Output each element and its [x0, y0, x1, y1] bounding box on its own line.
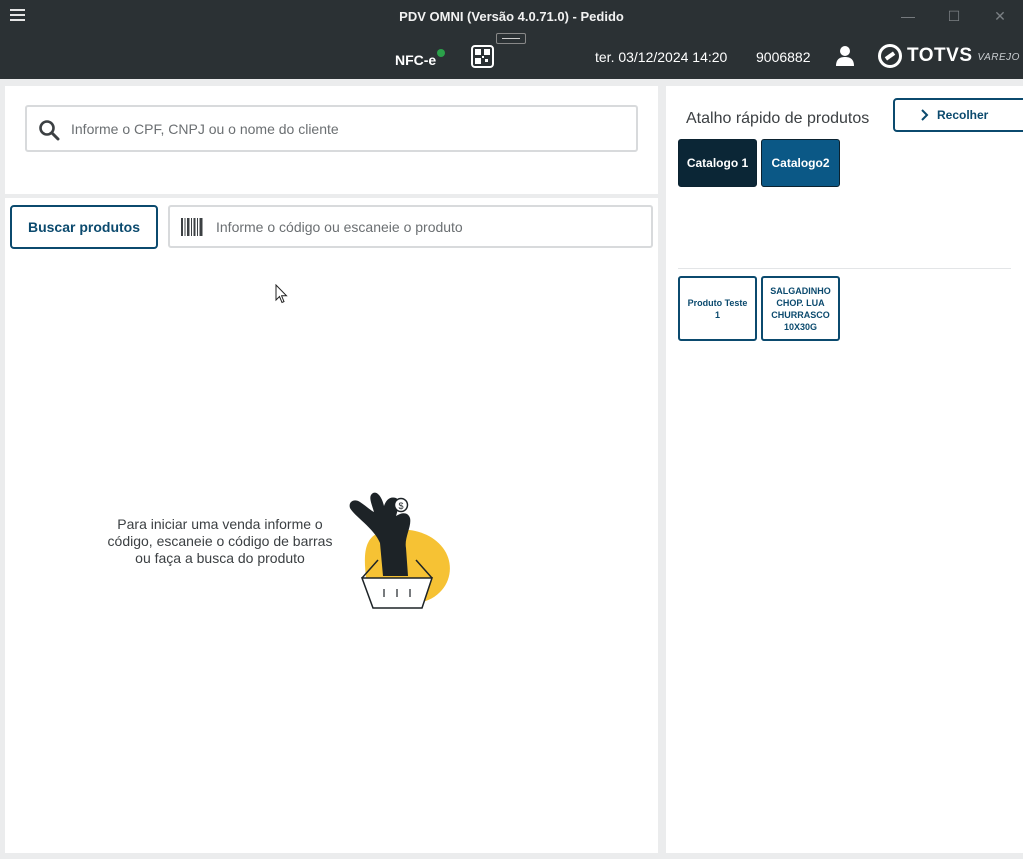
mouse-cursor-icon: [275, 284, 288, 304]
operator-code: 9006882: [756, 49, 811, 65]
svg-text:$: $: [398, 501, 403, 511]
catalog-tab-1[interactable]: Catalogo 1: [678, 139, 757, 187]
chevron-right-icon: [921, 109, 929, 121]
collapse-button-label: Recolher: [937, 108, 989, 122]
nfce-label: NFC-e: [395, 52, 437, 68]
qr-code-icon[interactable]: [471, 45, 494, 68]
collapse-button[interactable]: Recolher: [893, 98, 1023, 132]
shortcuts-panel: Atalho rápido de produtos Recolher Catal…: [666, 86, 1023, 853]
datetime: ter. 03/12/2024 14:20: [595, 49, 728, 65]
totvs-logo: TOTVS VAREJO: [878, 43, 1020, 69]
hand-coin-basket-illustration: $: [349, 492, 450, 609]
barcode-icon: [181, 218, 203, 236]
shortcuts-title: Atalho rápido de produtos: [686, 110, 870, 127]
product-shortcut-2[interactable]: SALGADINHO CHOP. LUA CHURRASCO 10X30G: [761, 276, 840, 341]
drawer-handle[interactable]: [496, 33, 526, 44]
product-code-box: [168, 205, 653, 248]
close-icon[interactable]: ✕: [989, 6, 1011, 26]
maximize-icon[interactable]: ☐: [943, 6, 965, 26]
minimize-icon[interactable]: —: [897, 6, 919, 26]
window-title: PDV OMNI (Versão 4.0.71.0) - Pedido: [399, 9, 624, 24]
client-search-box: [25, 105, 638, 152]
user-icon[interactable]: [835, 45, 855, 67]
divider: [678, 268, 1011, 269]
catalog-tab-2[interactable]: Catalogo2: [761, 139, 840, 187]
title-bar: PDV OMNI (Versão 4.0.71.0) - Pedido — ☐ …: [0, 0, 1023, 33]
brand-sub: VAREJO: [977, 51, 1020, 63]
app-header: NFC-e ter. 03/12/2024 14:20 9006882 TOTV…: [0, 33, 1023, 79]
client-panel: [5, 86, 658, 194]
nfce-status-dot: [437, 49, 445, 57]
empty-sale-message: Para iniciar uma venda informe o código,…: [107, 516, 333, 566]
search-products-button[interactable]: Buscar produtos: [10, 205, 158, 249]
brand-name: TOTVS: [907, 45, 973, 66]
product-shortcut-1[interactable]: Produto Teste 1: [678, 276, 757, 341]
products-panel: Buscar produtos Para iniciar uma venda i…: [5, 198, 658, 853]
search-icon: [39, 120, 60, 141]
product-code-input[interactable]: [216, 207, 646, 246]
totvs-logo-icon: [878, 44, 902, 68]
client-search-input[interactable]: [71, 107, 631, 150]
